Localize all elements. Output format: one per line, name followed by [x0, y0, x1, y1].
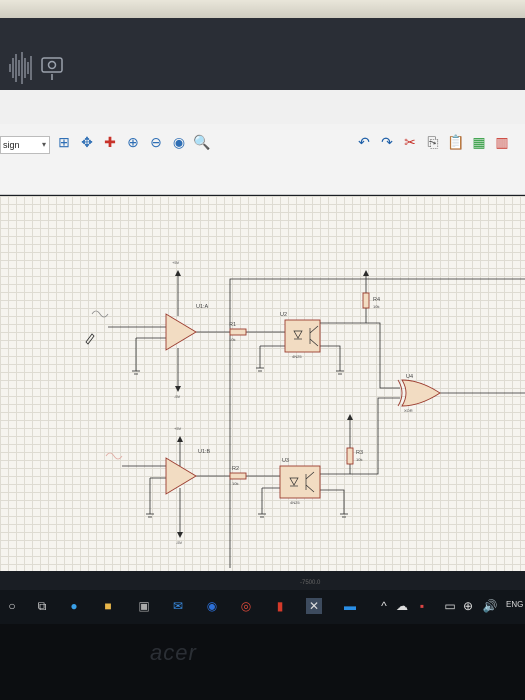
zoom-out-icon[interactable]: ⊖: [146, 131, 166, 153]
ground-symbol: [256, 367, 264, 372]
mode-combo[interactable]: sign ▾: [0, 136, 50, 154]
ground-symbol: [258, 513, 266, 518]
ground-symbol: [132, 370, 140, 375]
toolbar: sign ▾ ⊞ ✥ ✚ ⊕ ⊖ ◉ 🔍 ↶ ↷ ✂ ⎘ 📋 ▦ ▥: [0, 124, 525, 195]
zoom-area-icon[interactable]: 🔍: [192, 131, 212, 153]
origin-icon[interactable]: ✥: [77, 131, 97, 153]
resistor-r4: [362, 292, 370, 309]
zoom-in-icon[interactable]: ⊕: [123, 131, 143, 153]
wire: [366, 322, 400, 389]
coordinate-readout: -7500.0: [300, 580, 321, 586]
type-u4: XOR: [404, 408, 413, 413]
optocoupler-u3: [279, 465, 321, 499]
mode-combo-value: sign: [3, 140, 20, 150]
neg-supply-bottom: -5V: [176, 540, 183, 545]
task-view-icon[interactable]: ⧉: [34, 598, 50, 614]
copy-icon[interactable]: ⎘: [423, 131, 443, 153]
antivirus-icon[interactable]: ▪: [414, 598, 430, 614]
label-r3: R3: [356, 450, 363, 456]
office-icon[interactable]: ▮: [272, 598, 288, 614]
ground-symbol: [146, 513, 154, 518]
volume-icon[interactable]: 🔊: [482, 598, 498, 614]
opto-type-u2: 4N25: [292, 354, 302, 359]
power-arrow-up: [175, 270, 181, 276]
webcam-mic-icon: [41, 57, 63, 80]
chevron-down-icon: ▾: [41, 140, 46, 149]
laptop-bezel: [0, 624, 525, 700]
wire: [320, 345, 341, 371]
cut-icon[interactable]: ✂: [400, 131, 420, 153]
ground-symbol: [340, 513, 348, 518]
sheet-border: [229, 278, 525, 568]
opamp-u1a: [165, 313, 197, 351]
sine-source-1: [91, 310, 109, 318]
resistor-r1: [229, 328, 247, 336]
xor-gate-u4: [397, 379, 441, 407]
brand-logo: acer: [150, 640, 197, 665]
windows-taskbar: ○ ⧉ ● ■ ▣ ✉ ◉ ◎ ▮ ✕ ▬ ^ ☁ ▪ ▭ ⊕ 🔊: [0, 590, 525, 624]
schematic-drawing: U1:A U1:B R1 10k R2 10k R4 10k R3 10k U2…: [85, 260, 525, 568]
wire: [320, 489, 345, 514]
probe-icon: [85, 333, 95, 345]
grid-icon[interactable]: ⊞: [54, 131, 74, 153]
audio-wave-icon: [9, 52, 32, 84]
label-r1: R1: [229, 322, 236, 328]
value-r4: 10k: [373, 304, 379, 309]
label-u3: U3: [282, 458, 289, 464]
block-copy-icon[interactable]: ▦: [469, 131, 489, 153]
value-r2: 10k: [232, 481, 238, 486]
battery-icon[interactable]: ▭: [442, 598, 458, 614]
supply-label-bottom: +5V: [174, 426, 182, 431]
power-arrow-up: [347, 414, 353, 420]
chevron-up-icon[interactable]: ^: [376, 598, 392, 614]
label-r4: R4: [373, 297, 380, 303]
value-r1: 10k: [229, 337, 235, 342]
resistor-r2: [229, 472, 247, 480]
edge-icon[interactable]: ●: [66, 598, 82, 614]
app-titlebar: [0, 18, 525, 90]
label-u4: U4: [406, 374, 413, 380]
value-r3: 10k: [356, 457, 362, 462]
language-indicator[interactable]: ENG: [506, 600, 523, 609]
supply-label-top: +5V: [172, 260, 180, 265]
label-r2: R2: [232, 466, 239, 472]
schematic-canvas[interactable]: U1:A U1:B R1 10k R2 10k R4 10k R3 10k U2…: [0, 196, 525, 571]
redo-icon[interactable]: ↷: [377, 131, 397, 153]
power-arrow-up: [363, 270, 369, 276]
sine-source-2: [105, 452, 123, 460]
screen: sign ▾ ⊞ ✥ ✚ ⊕ ⊖ ◉ 🔍 ↶ ↷ ✂ ⎘ 📋 ▦ ▥ U1:A …: [0, 0, 525, 700]
opto-type-u3: 4N25: [290, 500, 300, 505]
neg-supply-top: -5V: [174, 394, 181, 399]
resistor-r3: [346, 447, 354, 465]
start-icon[interactable]: ○: [4, 598, 20, 614]
app-icon[interactable]: ▬: [342, 598, 358, 614]
cloud-icon[interactable]: ☁: [394, 598, 410, 614]
label-u1b: U1:B: [198, 449, 211, 455]
block-move-icon[interactable]: ▥: [492, 131, 512, 153]
browser-icon[interactable]: ◉: [204, 598, 220, 614]
pan-icon[interactable]: ✚: [100, 131, 120, 153]
paste-icon[interactable]: 📋: [446, 131, 466, 153]
wire: [320, 464, 351, 475]
label-u1a: U1:A: [196, 304, 209, 310]
ground-symbol: [336, 370, 344, 375]
file-explorer-icon[interactable]: ■: [100, 598, 116, 614]
wire: [320, 308, 367, 324]
opera-icon[interactable]: ◎: [238, 598, 254, 614]
optocoupler-u2: [284, 319, 321, 353]
wire: [350, 397, 400, 475]
menu-bar: [0, 90, 525, 125]
mail-icon[interactable]: ✉: [170, 598, 186, 614]
zoom-all-icon[interactable]: ◉: [169, 131, 189, 153]
power-arrow-down: [177, 532, 183, 538]
power-arrow-up: [177, 436, 183, 442]
undo-icon[interactable]: ↶: [354, 131, 374, 153]
label-u2: U2: [280, 312, 287, 318]
power-arrow-down: [175, 386, 181, 392]
opamp-u1b: [165, 457, 197, 495]
store-icon[interactable]: ▣: [136, 598, 152, 614]
proteus-icon[interactable]: ✕: [306, 598, 322, 614]
network-icon[interactable]: ⊕: [460, 598, 476, 614]
background-wall: [0, 0, 525, 18]
